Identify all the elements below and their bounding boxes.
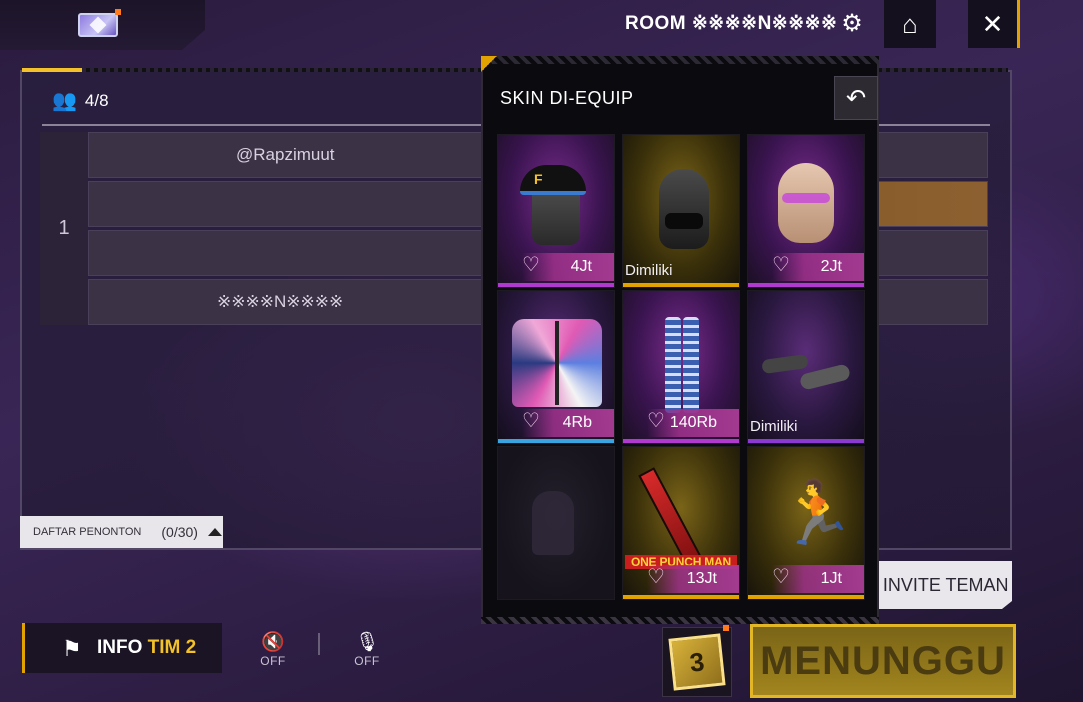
item-owned: Dimiliki (750, 418, 798, 435)
undo-arrow-icon: ↶ (845, 84, 867, 112)
heart-icon: ♡ (772, 566, 790, 588)
invite-label: INVITE TEMAN (882, 574, 1009, 595)
mask-art (665, 213, 703, 229)
notification-dot (723, 625, 729, 631)
panel-accent (22, 68, 82, 72)
skin-item-bazooka[interactable]: ONE PUNCH MAN ♡ 13Jt (622, 446, 740, 600)
skin-item-empty[interactable] (497, 446, 615, 600)
home-button[interactable]: ⌂ (884, 0, 936, 48)
info-team: TIM 2 (147, 637, 197, 658)
player-count-value: 4/8 (84, 90, 109, 110)
item-owned: Dimiliki (625, 262, 673, 279)
sandal-art (798, 363, 852, 391)
spectator-list-toggle[interactable]: DAFTAR PENONTON (0/30) (20, 516, 223, 548)
item-price: 4Rb (562, 414, 592, 431)
pants-icon (665, 317, 681, 413)
rarity-bar (748, 439, 864, 443)
item-price: 1Jt (820, 570, 842, 587)
info-label: INFO (97, 637, 148, 658)
skin-item-cap[interactable]: F ♡ 4Jt (497, 134, 615, 288)
spectator-count: (0/30) (161, 524, 198, 540)
heart-icon: ♡ (772, 254, 790, 276)
item-price: 2Jt (820, 258, 842, 275)
empty-outfit-icon (532, 491, 574, 555)
notification-dot (115, 9, 121, 15)
popup-title: SKIN DI-EQUIP (500, 88, 634, 108)
rarity-bar (748, 283, 864, 287)
people-icon: 👥 (52, 90, 77, 112)
info-team-button[interactable]: INFO TIM 2 (22, 623, 222, 673)
jacket-zip (555, 321, 559, 405)
rarity-bar (623, 439, 739, 443)
chevron-up-icon (207, 528, 222, 536)
popup-hatch-bottom (481, 617, 879, 624)
popup-corner (481, 56, 501, 76)
close-icon: ✕ (981, 8, 1004, 39)
home-icon: ⌂ (902, 8, 918, 39)
mic-state: OFF (354, 654, 380, 668)
gear-icon[interactable]: ⚙ (840, 12, 864, 36)
heart-icon: ♡ (647, 566, 665, 588)
face-icon (778, 163, 834, 243)
dice-button[interactable]: 3 (662, 627, 732, 697)
cap-icon (520, 165, 586, 195)
pants-leg (683, 317, 699, 413)
rarity-bar (498, 439, 614, 443)
skin-item-pants[interactable]: ♡ 140Rb (622, 290, 740, 444)
skin-item-balaclava[interactable]: Dimiliki (622, 134, 740, 288)
mic-muted-icon: 🎙 (354, 632, 380, 653)
speaker-toggle[interactable]: 🔇 OFF (253, 632, 293, 668)
sandals-icon (761, 353, 809, 375)
rarity-bar (623, 283, 739, 287)
player-count: 👥 4/8 (52, 88, 109, 113)
skin-item-sandals[interactable]: Dimiliki (747, 290, 865, 444)
face-paint-art (782, 193, 830, 203)
heart-icon: ♡ (522, 254, 540, 276)
speaker-state: OFF (260, 654, 286, 668)
item-price: 13Jt (686, 570, 717, 587)
team-number: 1 (40, 132, 88, 325)
waiting-button[interactable]: MENUNGGU (750, 624, 1016, 698)
spectator-label: DAFTAR PENONTON (33, 526, 142, 538)
emote-icon: 🏃 (778, 479, 856, 548)
back-button[interactable]: ↶ (834, 76, 878, 120)
mic-toggle[interactable]: 🎙 OFF (347, 632, 387, 668)
item-price: 4Jt (570, 258, 592, 275)
invite-friend-button[interactable]: ✚ INVITE TEMAN (862, 561, 1012, 609)
skin-item-jacket[interactable]: ♡ 4Rb (497, 290, 615, 444)
heart-icon: ♡ (522, 410, 540, 432)
heart-icon: ♡ (647, 410, 665, 432)
player-name: @Rapzimuut (236, 145, 335, 164)
speaker-muted-icon: 🔇 (261, 632, 285, 653)
rarity-bar (748, 595, 864, 599)
toggle-separator (318, 633, 320, 655)
cap-logo: F (534, 171, 543, 187)
flag-icon: ⚑ (62, 636, 82, 661)
skin-item-face-paint[interactable]: ♡ 2Jt (747, 134, 865, 288)
skin-item-emote[interactable]: 🏃 ♡ 1Jt (747, 446, 865, 600)
close-button[interactable]: ✕ (968, 0, 1020, 48)
popup-hatch-top (481, 56, 879, 64)
balaclava-icon (659, 169, 709, 249)
rarity-bar (623, 595, 739, 599)
room-label: ROOM ※※※※N※※※※ (625, 13, 838, 34)
rarity-bar (498, 283, 614, 287)
diamond-card-icon[interactable] (78, 13, 118, 37)
item-price: 140Rb (669, 414, 717, 431)
player-name: ※※※※N※※※※ (217, 292, 344, 311)
skin-grid: F ♡ 4Jt Dimiliki ♡ 2Jt ♡ 4Rb ♡ 140Rb Dim… (497, 134, 867, 600)
dice-number: 3 (688, 645, 706, 678)
dice-icon: 3 (668, 633, 726, 691)
